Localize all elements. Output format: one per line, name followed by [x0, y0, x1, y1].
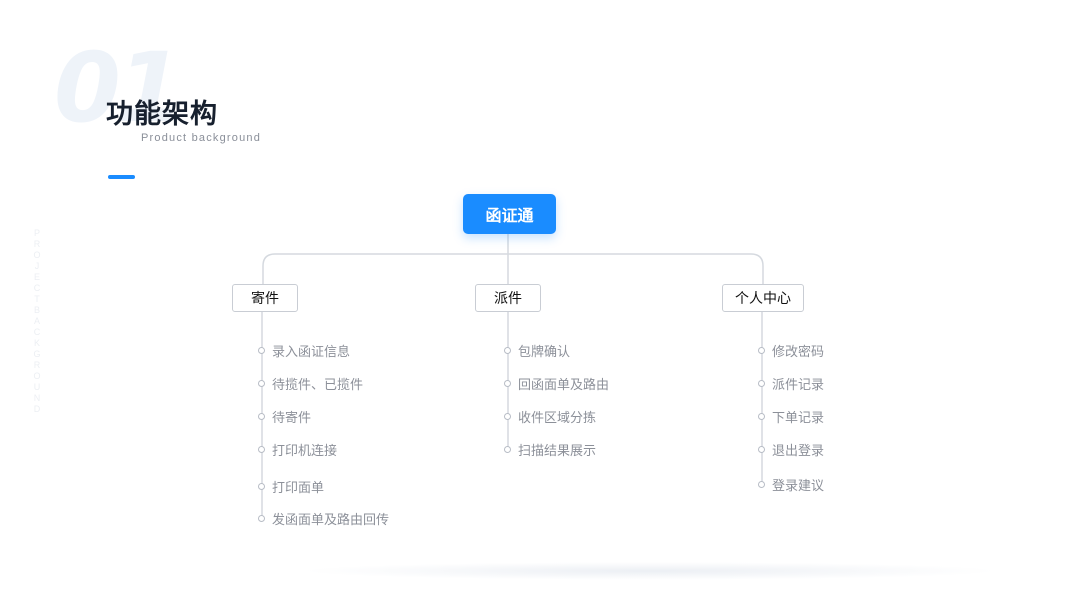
list-item-label: 退出登录: [772, 444, 825, 459]
list-item-label: 待寄件: [272, 411, 312, 426]
list-item: 打印机连接: [258, 440, 337, 459]
bullet-dot-icon: [504, 380, 511, 387]
bullet-dot-icon: [758, 380, 765, 387]
list-item: 收件区域分拣: [504, 407, 596, 426]
branch-bracket-line: [262, 253, 764, 284]
bullet-dot-icon: [504, 347, 511, 354]
branch-node-deliver: 派件: [475, 284, 541, 312]
list-item: 回函面单及路由: [504, 374, 609, 393]
list-item: 打印面单: [258, 477, 324, 496]
bullet-dot-icon: [258, 347, 265, 354]
list-item-label: 回函面单及路由: [518, 378, 610, 393]
bullet-dot-icon: [258, 380, 265, 387]
bullet-dot-icon: [258, 515, 265, 522]
bullet-dot-icon: [758, 347, 765, 354]
list-item: 待揽件、已揽件: [258, 374, 363, 393]
list-item: 扫描结果展示: [504, 440, 596, 459]
list-item-label: 包牌确认: [518, 345, 571, 360]
list-item-label: 修改密码: [772, 345, 825, 360]
list-item: 派件记录: [758, 374, 824, 393]
list-item: 退出登录: [758, 440, 824, 459]
bullet-dot-icon: [758, 413, 765, 420]
bullet-dot-icon: [504, 413, 511, 420]
branch-node-send: 寄件: [232, 284, 298, 312]
bullet-dot-icon: [758, 446, 765, 453]
list-item: 待寄件: [258, 407, 311, 426]
bullet-dot-icon: [504, 446, 511, 453]
list-item-label: 下单记录: [772, 411, 825, 426]
list-item-label: 登录建议: [772, 479, 825, 494]
branch-node-personal-center: 个人中心: [722, 284, 804, 312]
bullet-dot-icon: [258, 413, 265, 420]
list-item: 录入函证信息: [258, 341, 350, 360]
list-item-label: 打印机连接: [272, 444, 338, 459]
list-item-label: 收件区域分拣: [518, 411, 597, 426]
list-item-label: 扫描结果展示: [518, 444, 597, 459]
list-item-label: 录入函证信息: [272, 345, 351, 360]
list-item-label: 派件记录: [772, 378, 825, 393]
list-item: 包牌确认: [504, 341, 570, 360]
list-item: 登录建议: [758, 475, 824, 494]
list-item-label: 待揽件、已揽件: [272, 378, 364, 393]
list-item: 修改密码: [758, 341, 824, 360]
list-item: 下单记录: [758, 407, 824, 426]
bullet-dot-icon: [258, 446, 265, 453]
list-item: 发函面单及路由回传: [258, 509, 389, 528]
bottom-shadow-decoration: [300, 562, 1000, 580]
root-node: 函证通: [463, 194, 556, 234]
list-item-label: 发函面单及路由回传: [272, 513, 390, 528]
list-item-label: 打印面单: [272, 481, 325, 496]
bullet-dot-icon: [258, 483, 265, 490]
bullet-dot-icon: [758, 481, 765, 488]
